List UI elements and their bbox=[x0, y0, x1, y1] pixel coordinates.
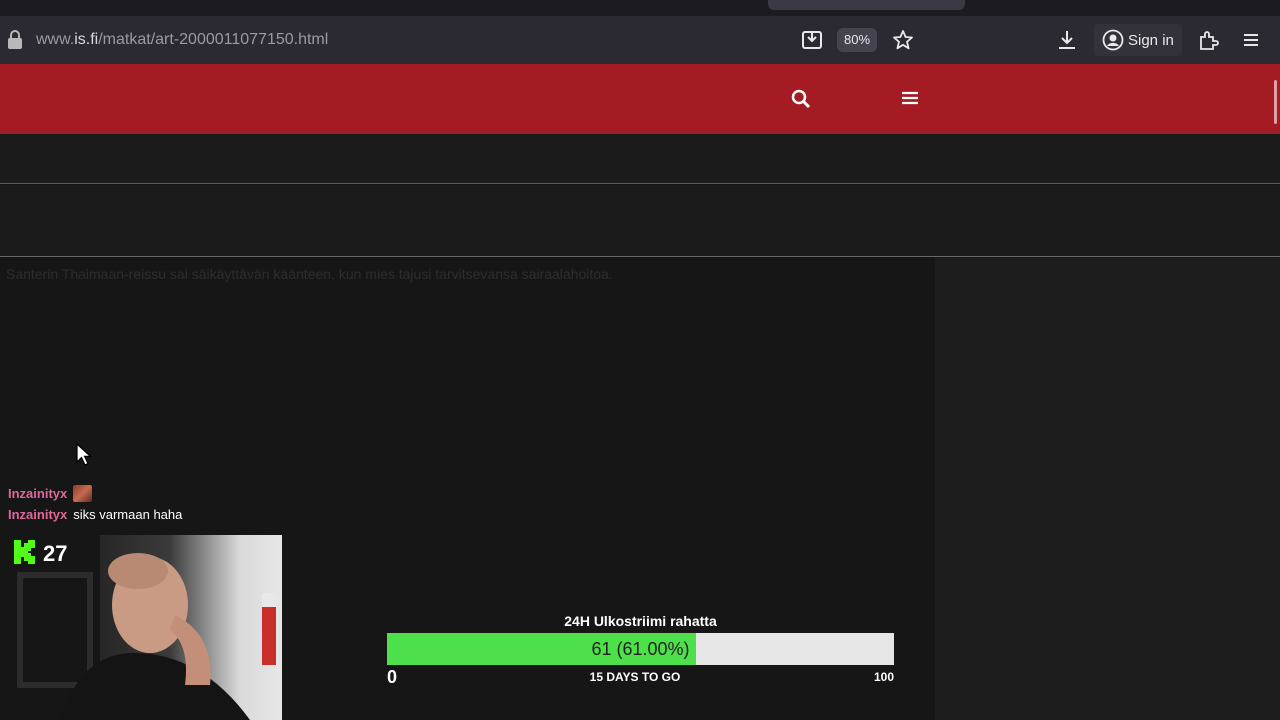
ad-band bbox=[0, 185, 1280, 257]
download-icon[interactable] bbox=[1055, 28, 1079, 52]
browser-toolbar: www.is.fi/matkat/art-2000011077150.html … bbox=[0, 16, 1280, 64]
scrollbar[interactable] bbox=[1274, 80, 1277, 124]
site-header bbox=[0, 64, 1280, 134]
bookmark-star-icon[interactable] bbox=[891, 28, 915, 52]
url-prefix: www. bbox=[36, 31, 75, 48]
emote bbox=[73, 485, 93, 502]
chat-message: Inzainityx bbox=[8, 485, 93, 502]
chat-text: siks varmaan haha bbox=[73, 507, 183, 522]
menu-icon[interactable] bbox=[1239, 28, 1263, 52]
hamburger-icon[interactable] bbox=[899, 87, 921, 109]
goal-title: 24H Ulkostriimi rahatta bbox=[564, 613, 717, 629]
article-lead: Santerin Thaimaan-reissu sai säikäyttävä… bbox=[6, 266, 613, 282]
goal-progress-bar: 61 (61.00%) bbox=[387, 633, 894, 665]
save-page-icon[interactable] bbox=[800, 28, 824, 52]
goal-days-left: 15 DAYS TO GO bbox=[589, 670, 681, 684]
sign-in-label: Sign in bbox=[1128, 32, 1174, 49]
chat-message: Inzainityx siks varmaan haha bbox=[8, 507, 182, 522]
zoom-level-button[interactable]: 80% bbox=[837, 28, 877, 52]
lock-icon[interactable] bbox=[6, 30, 24, 50]
goal-max: 100 bbox=[873, 670, 894, 684]
cursor-icon bbox=[76, 443, 92, 466]
address-bar[interactable]: www.is.fi/matkat/art-2000011077150.html bbox=[36, 31, 328, 49]
url-path: /matkat/art-2000011077150.html bbox=[98, 31, 329, 48]
side-column bbox=[935, 258, 1280, 720]
chat-username[interactable]: Inzainityx bbox=[8, 507, 67, 522]
tab-strip bbox=[0, 0, 1280, 16]
goal-min: 0 bbox=[387, 667, 398, 687]
chat-username[interactable]: Inzainityx bbox=[8, 486, 67, 501]
account-icon bbox=[1102, 29, 1124, 51]
url-domain: is.fi bbox=[74, 31, 99, 48]
search-icon[interactable] bbox=[790, 88, 812, 110]
viewer-count: 27 bbox=[43, 541, 68, 566]
kick-logo-icon bbox=[14, 540, 35, 564]
active-tab[interactable] bbox=[768, 0, 965, 10]
goal-progress-text: 61 (61.00%) bbox=[591, 639, 690, 659]
sign-in-button[interactable]: Sign in bbox=[1094, 24, 1182, 56]
nav-band bbox=[0, 134, 1280, 184]
extensions-icon[interactable] bbox=[1196, 28, 1220, 52]
